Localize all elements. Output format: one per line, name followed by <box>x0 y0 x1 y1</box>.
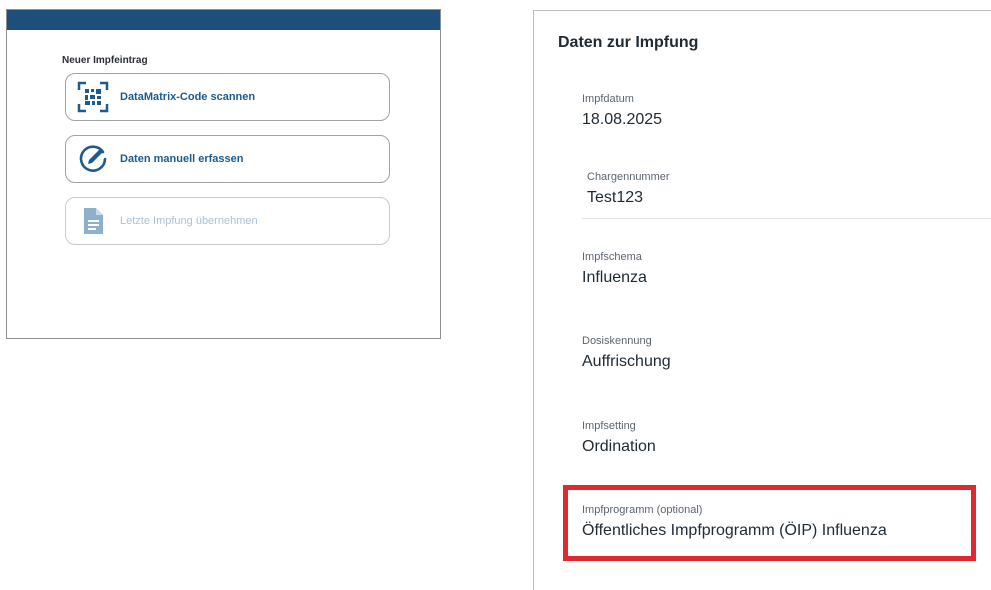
field-value: Auffrischung <box>582 353 671 370</box>
field-label: Chargennummer <box>587 171 670 183</box>
new-entry-panel: Neuer Impfeintrag DataMatrix-Code scanne… <box>6 9 441 339</box>
manual-entry-label: Daten manuell erfassen <box>120 153 244 165</box>
field-dose-identifier: Dosiskennung Auffrischung <box>582 335 671 371</box>
field-vaccination-date: Impfdatum 18.08.2025 <box>582 93 662 129</box>
divider <box>582 218 991 219</box>
document-icon <box>76 204 110 238</box>
manual-entry-button[interactable]: Daten manuell erfassen <box>65 135 390 183</box>
field-label: Dosiskennung <box>582 335 652 347</box>
copy-last-vaccination-button[interactable]: Letzte Impfung übernehmen <box>65 197 390 245</box>
field-value: Öffentliches Impfprogramm (ÖIP) Influenz… <box>582 522 887 539</box>
new-entry-heading: Neuer Impfeintrag <box>62 55 148 66</box>
field-label: Impfprogramm (optional) <box>582 504 703 516</box>
field-label: Impfdatum <box>582 93 634 105</box>
field-vaccination-program: Impfprogramm (optional) Öffentliches Imp… <box>582 504 887 540</box>
field-value: Influenza <box>582 269 647 286</box>
field-value: Test123 <box>587 189 644 206</box>
field-value: Ordination <box>582 438 656 455</box>
panel-header-bar <box>7 10 440 30</box>
qr-scan-icon <box>76 80 110 114</box>
copy-last-vaccination-label: Letzte Impfung übernehmen <box>120 215 258 227</box>
pencil-icon <box>76 142 110 176</box>
vaccination-data-title: Daten zur Impfung <box>558 34 699 51</box>
field-batch-number: Chargennummer Test123 <box>587 171 670 207</box>
field-label: Impfschema <box>582 251 642 263</box>
scan-datamatrix-button[interactable]: DataMatrix-Code scannen <box>65 73 390 121</box>
field-vaccination-setting: Impfsetting Ordination <box>582 420 656 456</box>
field-value: 18.08.2025 <box>582 111 663 128</box>
field-label: Impfsetting <box>582 420 636 432</box>
vaccination-data-panel: Daten zur Impfung Impfdatum 18.08.2025 C… <box>533 10 991 590</box>
scan-datamatrix-label: DataMatrix-Code scannen <box>120 91 256 103</box>
field-vaccination-scheme: Impfschema Influenza <box>582 251 647 287</box>
